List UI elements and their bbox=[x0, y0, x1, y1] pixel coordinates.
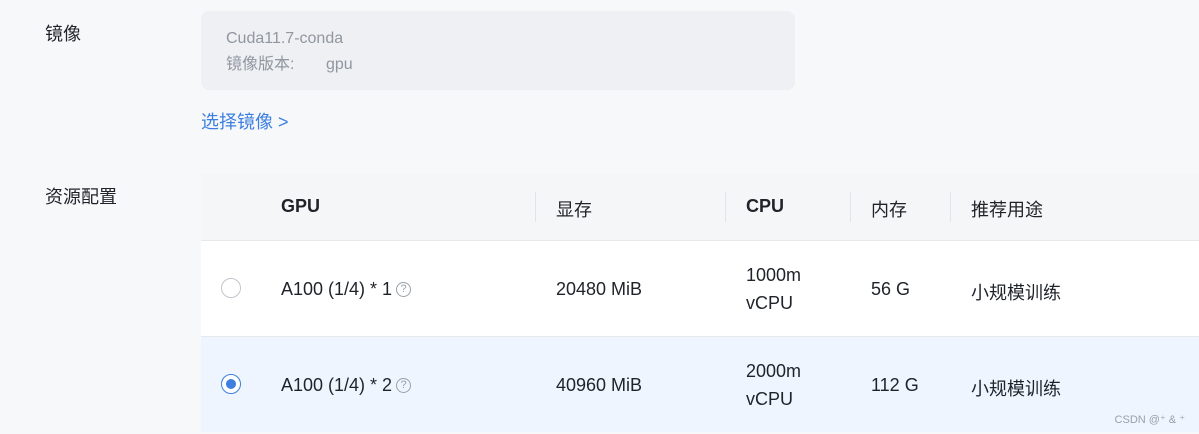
ram-cell: 56 G bbox=[871, 279, 911, 299]
image-card: Cuda11.7-conda 镜像版本: gpu bbox=[201, 11, 795, 90]
cpu-cell: 2000m vCPU bbox=[746, 357, 801, 413]
column-header-usage: 推荐用途 bbox=[971, 200, 1043, 220]
memory-cell: 40960 MiB bbox=[556, 375, 643, 395]
resource-section-label: 资源配置 bbox=[45, 187, 117, 207]
cpu-value: 1000m bbox=[746, 265, 802, 285]
column-header-ram: 内存 bbox=[871, 200, 907, 220]
column-divider bbox=[725, 192, 726, 222]
watermark: CSDN @⁺ & ⁺ bbox=[1114, 414, 1185, 426]
column-header-memory: 显存 bbox=[556, 200, 592, 220]
page: 镜像 Cuda11.7-conda 镜像版本: gpu 选择镜像 > 资源配置 … bbox=[0, 0, 1199, 434]
table-row[interactable]: A100 (1/4) * 2? 40960 MiB 2000m vCPU 112… bbox=[201, 336, 1199, 432]
image-section-label: 镜像 bbox=[45, 24, 81, 44]
row-radio[interactable] bbox=[221, 278, 241, 298]
gpu-cell: A100 (1/4) * 2? bbox=[281, 375, 412, 396]
memory-cell: 20480 MiB bbox=[556, 279, 643, 299]
gpu-cell: A100 (1/4) * 1? bbox=[281, 279, 412, 300]
gpu-value: A100 (1/4) * 1 bbox=[281, 279, 393, 299]
image-version-label: 镜像版本: bbox=[226, 56, 295, 73]
select-image-link[interactable]: 选择镜像 > bbox=[201, 108, 289, 134]
column-header-cpu: CPU bbox=[746, 196, 785, 216]
help-icon[interactable]: ? bbox=[396, 281, 412, 297]
cpu-unit: vCPU bbox=[746, 389, 794, 409]
column-divider bbox=[850, 192, 851, 222]
column-header-gpu: GPU bbox=[281, 196, 321, 216]
table-row[interactable]: A100 (1/4) * 1? 20480 MiB 1000m vCPU 56 … bbox=[201, 240, 1199, 336]
gpu-value: A100 (1/4) * 2 bbox=[281, 375, 393, 395]
row-radio[interactable] bbox=[221, 374, 241, 394]
table-header: GPU 显存 CPU 内存 推荐用途 bbox=[201, 174, 1199, 240]
ram-cell: 112 G bbox=[871, 375, 919, 395]
image-version-value: gpu bbox=[326, 56, 353, 73]
help-icon[interactable]: ? bbox=[396, 377, 412, 393]
usage-cell: 小规模训练 bbox=[971, 379, 1061, 399]
cpu-value: 2000m bbox=[746, 361, 802, 381]
image-name: Cuda11.7-conda bbox=[226, 30, 344, 47]
image-version-row: 镜像版本: gpu bbox=[226, 54, 795, 76]
resource-table: GPU 显存 CPU 内存 推荐用途 A100 (1/4) * 1? 20480… bbox=[201, 174, 1199, 434]
cpu-unit: vCPU bbox=[746, 293, 794, 313]
column-divider bbox=[535, 192, 536, 222]
cpu-cell: 1000m vCPU bbox=[746, 261, 801, 317]
usage-cell: 小规模训练 bbox=[971, 283, 1061, 303]
column-divider bbox=[950, 192, 951, 222]
